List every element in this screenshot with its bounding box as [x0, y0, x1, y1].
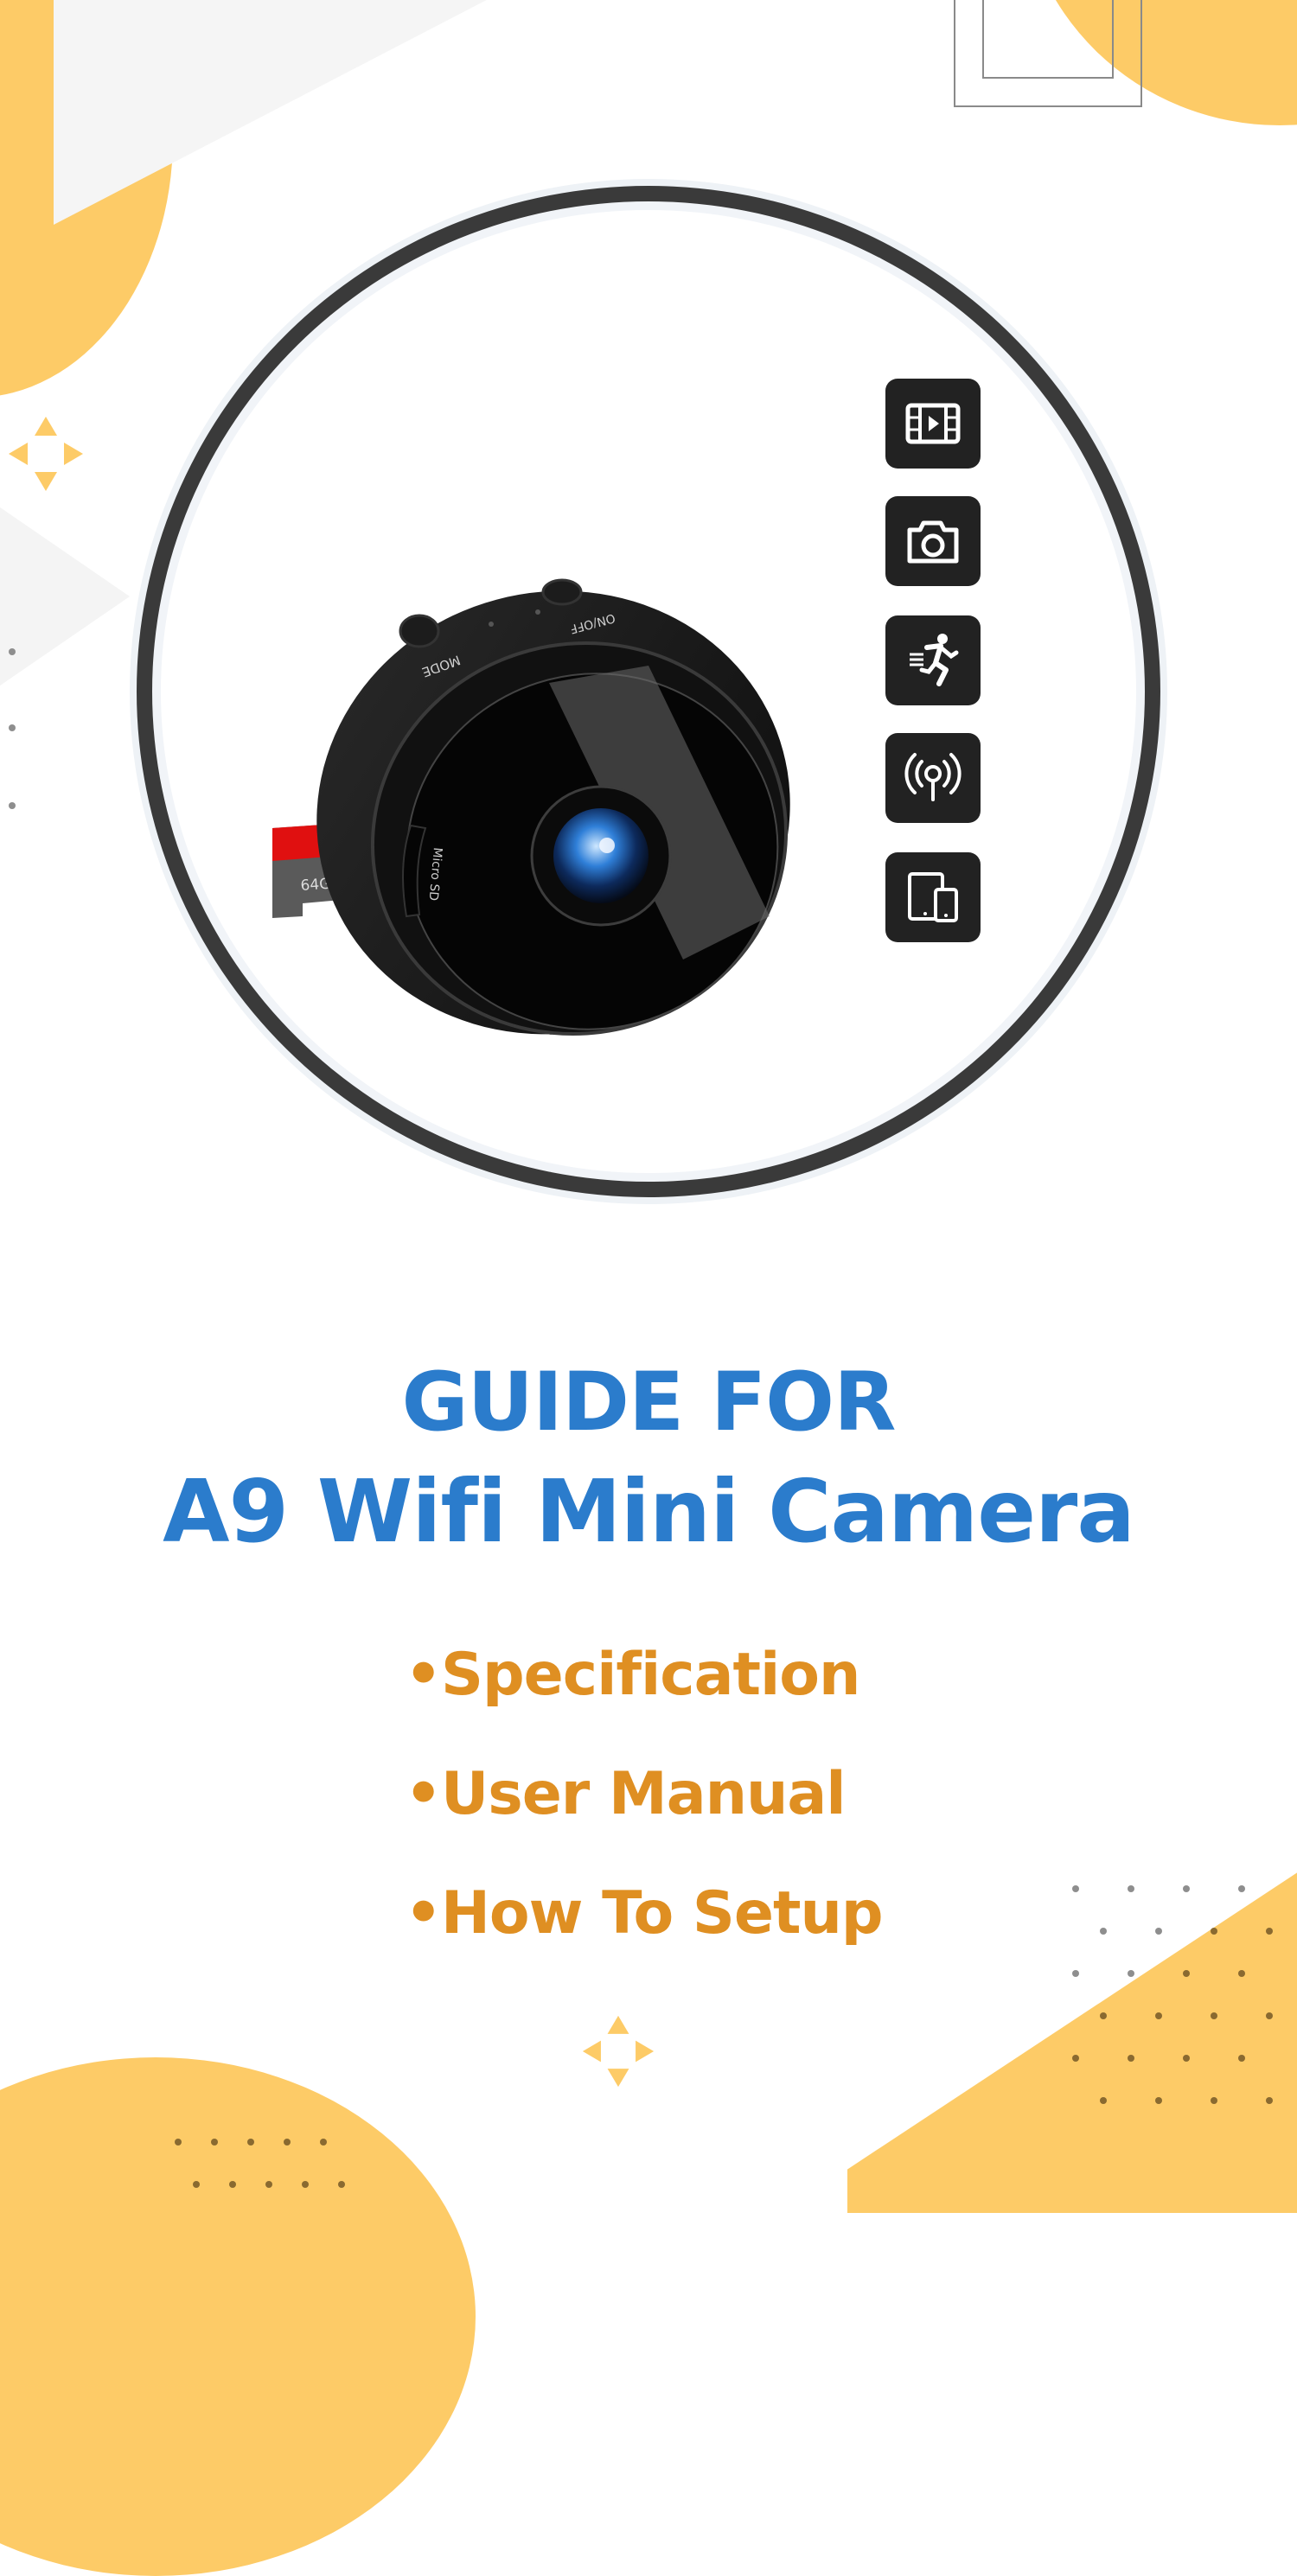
decor-dot — [1183, 1970, 1190, 1977]
cover-title-line-2: A9 Wifi Mini Camera — [163, 1461, 1135, 1562]
video-recording-icon — [905, 403, 961, 444]
decor-dot — [1211, 2097, 1217, 2104]
sparkle-icon — [7, 415, 85, 493]
bullet-label: Specification — [441, 1641, 860, 1709]
decor-dot — [1266, 2012, 1273, 2019]
decor-dot — [1128, 1885, 1134, 1892]
decor-dot — [9, 802, 16, 809]
feature-motion-detection — [885, 615, 981, 705]
decor-dot — [1128, 1970, 1134, 1977]
sparkle-icon — [581, 2014, 655, 2088]
decor-dot — [9, 648, 16, 655]
mode-button — [399, 614, 440, 648]
decor-dot — [1072, 1885, 1079, 1892]
decor-dot — [1266, 1928, 1273, 1935]
wireless-signal-icon — [904, 753, 962, 801]
power-button — [541, 578, 583, 606]
decor-yellow-triangle-bottom-right — [847, 1850, 1297, 2213]
bullet-marker: • — [405, 1879, 442, 1948]
decor-dot — [1211, 1928, 1217, 1935]
bullet-item-how-to-setup: •How To Setup — [405, 1879, 884, 1948]
bullet-marker: • — [405, 1760, 442, 1828]
product-camera-image: 64GB MODE ON/OFF Micro SD — [268, 553, 856, 1037]
motion-detection-icon — [910, 634, 959, 686]
decor-dot — [1238, 2055, 1245, 2062]
bullet-marker: • — [405, 1641, 442, 1709]
feature-multi-device — [885, 852, 981, 942]
decor-dot — [1238, 1885, 1245, 1892]
decor-dot — [338, 2181, 345, 2188]
decor-dot — [175, 2139, 182, 2146]
decor-dot — [1100, 2012, 1107, 2019]
decor-dot — [1100, 1928, 1107, 1935]
decor-yellow-blob-bottom-left — [0, 2057, 476, 2576]
bullet-item-specification: •Specification — [405, 1641, 860, 1709]
decor-dot — [1183, 1885, 1190, 1892]
decor-dot — [229, 2181, 236, 2188]
decor-dot — [211, 2139, 218, 2146]
bullet-label: User Manual — [441, 1760, 847, 1828]
decor-dot — [302, 2181, 309, 2188]
cover-title-line-1: GUIDE FOR — [401, 1355, 897, 1450]
bullet-item-user-manual: •User Manual — [405, 1760, 847, 1828]
decor-dot — [247, 2139, 254, 2146]
decor-dot — [1155, 2012, 1162, 2019]
decor-dot — [1128, 2055, 1134, 2062]
feature-photo — [885, 496, 981, 586]
decor-dot — [9, 724, 16, 731]
decor-dot — [1155, 2097, 1162, 2104]
feature-video-recording — [885, 379, 981, 469]
bullet-label: How To Setup — [441, 1879, 884, 1948]
decor-dot — [1155, 1928, 1162, 1935]
decor-dot — [1100, 2097, 1107, 2104]
camera-lens — [553, 808, 648, 903]
decor-dot — [1072, 2055, 1079, 2062]
photo-camera-icon — [907, 520, 959, 564]
decor-dot — [265, 2181, 272, 2188]
decor-dot — [284, 2139, 291, 2146]
decor-dot — [1072, 1970, 1079, 1977]
decor-dot — [1238, 1970, 1245, 1977]
decor-frame-inner — [982, 0, 1114, 79]
decor-dot — [1266, 2097, 1273, 2104]
decor-gray-triangle-left — [0, 501, 130, 692]
multi-device-icon — [908, 872, 958, 922]
decor-dot — [193, 2181, 200, 2188]
decor-dot — [1183, 2055, 1190, 2062]
decor-dot — [1211, 2012, 1217, 2019]
decor-dot — [320, 2139, 327, 2146]
feature-wireless — [885, 733, 981, 823]
